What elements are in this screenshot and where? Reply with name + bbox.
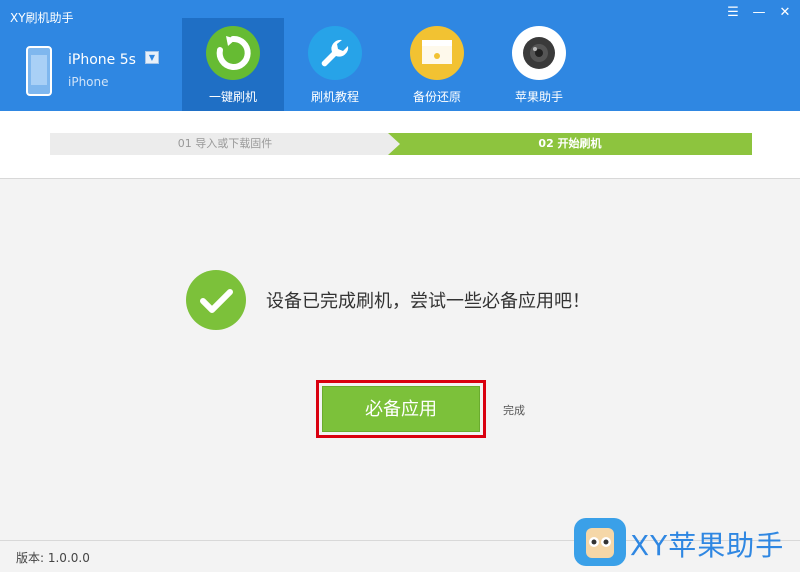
essential-apps-button[interactable]: 必备应用 (322, 386, 480, 432)
completion-message: 设备已完成刷机，尝试一些必备应用吧！ (266, 291, 590, 312)
camera-icon (512, 26, 566, 80)
nav-item-apple-assistant[interactable]: 苹果助手 (488, 18, 590, 111)
folder-icon (410, 26, 464, 80)
close-icon[interactable]: ✕ (778, 6, 792, 20)
menu-icon[interactable]: ☰ (726, 6, 740, 20)
window-controls: ☰ — ✕ (726, 6, 792, 20)
phone-icon (26, 46, 52, 96)
step-import-firmware: 01 导入或下载固件 (177, 137, 273, 150)
owl-logo-icon (574, 518, 626, 566)
device-type: iPhone (68, 75, 109, 89)
nav-item-flash-tutorial[interactable]: 刷机教程 (284, 18, 386, 111)
nav-label: 一键刷机 (208, 90, 257, 104)
device-dropdown-button[interactable]: ▼ (145, 51, 159, 64)
refresh-icon (206, 26, 260, 80)
watermark-text: XY苹果助手 (630, 529, 785, 562)
step-progress-bar: 01 导入或下载固件 02 开始刷机 (50, 133, 752, 155)
app-title: XY刷机助手 (10, 11, 74, 25)
wrench-icon (308, 26, 362, 80)
nav-label: 苹果助手 (514, 90, 563, 104)
nav-item-backup-restore[interactable]: 备份还原 (386, 18, 488, 111)
minimize-icon[interactable]: — (752, 6, 766, 20)
device-name: iPhone 5s (68, 52, 136, 68)
done-link[interactable]: 完成 (503, 402, 525, 418)
main-nav: 一键刷机 刷机教程 备份还原 苹果助手 (182, 18, 590, 111)
nav-label: 备份还原 (412, 90, 461, 104)
nav-item-one-click-flash[interactable]: 一键刷机 (182, 18, 284, 111)
version-label: 版本: 1.0.0.0 (16, 551, 90, 565)
step-progress-area: 01 导入或下载固件 02 开始刷机 (0, 111, 800, 179)
nav-label: 刷机教程 (310, 90, 359, 104)
header-bar: XY刷机助手 ☰ — ✕ iPhone 5s iPhone ▼ 一键刷机 刷机教… (0, 0, 800, 111)
check-icon (186, 270, 246, 330)
step-start-flash: 02 开始刷机 (388, 133, 752, 155)
